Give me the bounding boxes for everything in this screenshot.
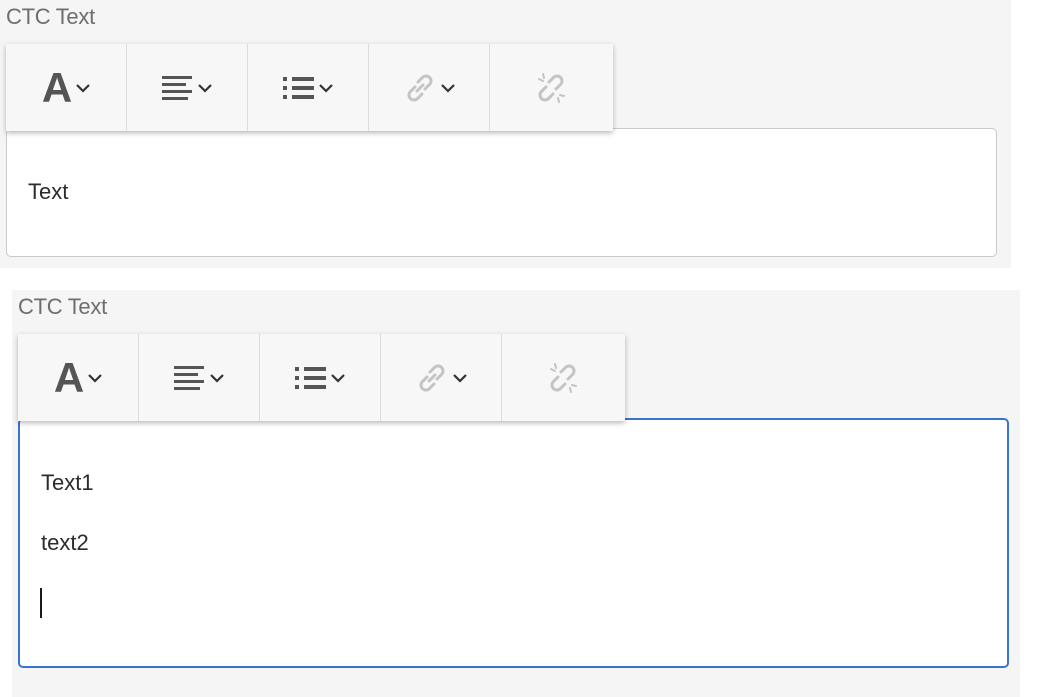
rte-toolbar: A [18, 334, 625, 421]
link-button[interactable] [369, 44, 490, 131]
text-format-button[interactable]: A [18, 334, 139, 421]
chevron-down-icon [319, 83, 333, 93]
field-label: CTC Text [18, 294, 107, 319]
text-format-button[interactable]: A [6, 44, 127, 131]
text-format-icon: A [53, 353, 85, 401]
alignment-button[interactable] [127, 44, 248, 131]
text-format-icon: A [41, 63, 73, 111]
unlink-button[interactable] [490, 44, 611, 131]
rich-text-field-2: CTC Text A Text1 text2 [12, 290, 1020, 697]
chevron-down-icon [331, 373, 345, 383]
list-button[interactable] [260, 334, 381, 421]
align-left-icon [162, 75, 192, 100]
align-left-icon [174, 365, 204, 390]
chevron-down-icon [453, 373, 467, 383]
alignment-button[interactable] [139, 334, 260, 421]
unlink-button[interactable] [502, 334, 623, 421]
unlink-icon [549, 362, 577, 393]
list-icon [295, 366, 326, 389]
text-caret [40, 588, 42, 618]
chevron-down-icon [88, 373, 102, 383]
rte-toolbar: A [6, 44, 613, 131]
unlink-icon [537, 72, 565, 103]
editor-paragraph: Text [28, 179, 69, 204]
chevron-down-icon [441, 83, 455, 93]
chevron-down-icon [198, 83, 212, 93]
list-button[interactable] [248, 44, 369, 131]
chevron-down-icon [210, 373, 224, 383]
chevron-down-icon [76, 83, 90, 93]
editor-paragraph: text2 [41, 530, 89, 555]
rich-text-field-1: CTC Text A Text [0, 0, 1011, 268]
list-icon [283, 76, 314, 99]
link-button[interactable] [381, 334, 502, 421]
editor-paragraph: Text1 [41, 470, 94, 495]
link-icon [419, 364, 445, 391]
text-editor-area[interactable]: Text1 text2 [18, 418, 1009, 668]
text-editor-area[interactable]: Text [6, 128, 997, 257]
field-label: CTC Text [6, 4, 95, 29]
link-icon [407, 74, 433, 101]
